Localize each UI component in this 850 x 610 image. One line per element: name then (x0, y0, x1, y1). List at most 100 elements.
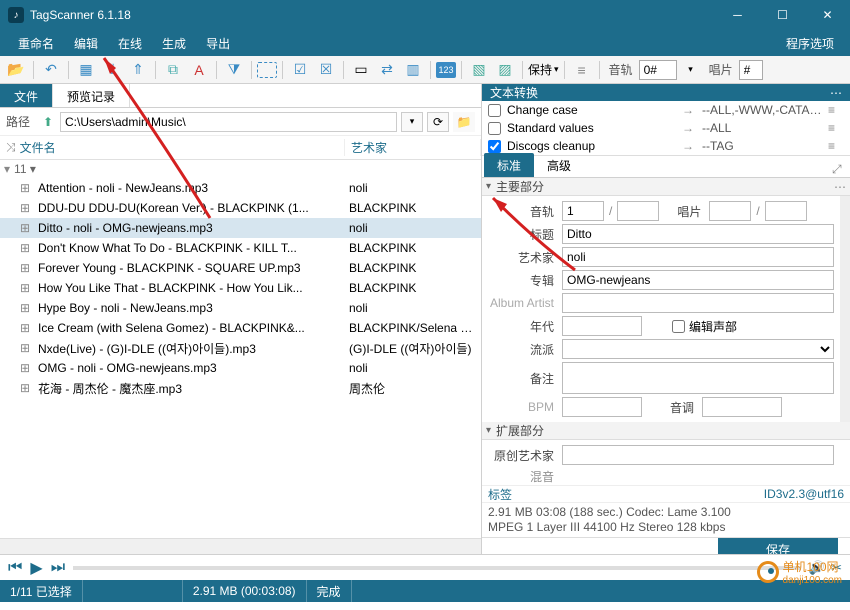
file-row[interactable]: ⊞Attention - noli - NewJeans.mp3noli (0, 178, 481, 198)
select-all-icon[interactable]: ☑ (288, 58, 312, 82)
file-name: Forever Young - BLACKPINK - SQUARE UP.mp… (38, 261, 301, 275)
maximize-button[interactable]: ☐ (760, 0, 805, 30)
file-row[interactable]: ⊞Nxde(Live) - (G)I-DLE ((여자)아이들).mp3(G)I… (0, 338, 481, 358)
album-input[interactable] (562, 270, 834, 290)
image2-icon[interactable]: ▨ (493, 58, 517, 82)
subtab-advanced[interactable]: 高级 (534, 153, 584, 177)
columns-icon[interactable]: ▥ (401, 58, 425, 82)
numbers-icon[interactable]: 123 (436, 62, 456, 78)
file-row[interactable]: ⊞Ice Cream (with Selena Gomez) - BLACKPI… (0, 318, 481, 338)
transform-row: Change case→--ALL,-WWW,-CATAL...≡ (482, 101, 850, 119)
bpm-input[interactable] (562, 397, 642, 417)
genre-select[interactable] (562, 339, 834, 359)
key-input[interactable] (702, 397, 782, 417)
transform-menu-icon[interactable]: ≡ (828, 121, 844, 135)
menu-online[interactable]: 在线 (108, 31, 152, 56)
browse-icon[interactable]: 📁 (453, 112, 475, 132)
seek-bar[interactable] (73, 566, 801, 570)
file-row[interactable]: ⊞OMG - noli - OMG-newjeans.mp3noli (0, 358, 481, 378)
disc-field[interactable] (739, 60, 763, 80)
folder-header[interactable]: ▾ 11 ▾ (0, 160, 481, 178)
disc-total-input[interactable] (765, 201, 807, 221)
transform-menu-icon[interactable]: ≡ (828, 103, 844, 117)
sort-down-icon[interactable]: ⇓ (100, 58, 124, 82)
title-input[interactable] (562, 224, 834, 244)
tab-file[interactable]: 文件 (0, 84, 53, 107)
menu-edit[interactable]: 编辑 (64, 31, 108, 56)
section-extended-header[interactable]: ▾ 扩展部分 (482, 422, 850, 440)
track-dropdown-icon[interactable]: ▾ (679, 58, 703, 82)
menu-rename[interactable]: 重命名 (8, 31, 64, 56)
path-label: 路径 (6, 113, 36, 130)
track-total-input[interactable] (617, 201, 659, 221)
vertical-scrollbar[interactable] (840, 196, 850, 422)
selection-icon[interactable] (257, 62, 277, 78)
play-icon[interactable]: ▶ (30, 558, 42, 578)
file-row[interactable]: ⊞How You Like That - BLACKPINK - How You… (0, 278, 481, 298)
file-row[interactable]: ⊞Don't Know What To Do - BLACKPINK - KIL… (0, 238, 481, 258)
file-row[interactable]: ⊞花海 - 周杰伦 - 魔杰座.mp3周杰伦 (0, 378, 481, 398)
swap-icon[interactable]: ⇄ (375, 58, 399, 82)
list-icon[interactable]: ≡ (570, 58, 594, 82)
albumartist-input[interactable] (562, 293, 834, 313)
parent-folder-icon[interactable]: ⬆ (40, 114, 56, 130)
track-label: 音轨 (482, 203, 562, 220)
image-icon[interactable]: ▧ (467, 58, 491, 82)
track-input[interactable] (562, 201, 604, 221)
font-icon[interactable]: A (187, 58, 211, 82)
file-row[interactable]: ⊞Forever Young - BLACKPINK - SQUARE UP.m… (0, 258, 481, 278)
transform-label: Change case (507, 103, 676, 117)
transform-checkbox[interactable] (488, 104, 501, 117)
section-main-header[interactable]: ▾ 主要部分 ⋯ (482, 178, 850, 196)
close-button[interactable]: ✕ (805, 0, 850, 30)
subtab-standard[interactable]: 标准 (484, 153, 534, 177)
edit-voice-checkbox[interactable] (672, 320, 685, 333)
more-icon[interactable]: ⋯ (830, 86, 842, 100)
menu-export[interactable]: 导出 (196, 31, 240, 56)
copy-icon[interactable]: ⧉ (161, 58, 185, 82)
refresh-icon[interactable]: ⟳ (427, 112, 449, 132)
track-field[interactable] (639, 60, 677, 80)
file-expand-icon: ⊞ (20, 361, 32, 375)
filter-icon[interactable]: ⧩ (222, 58, 246, 82)
transform-menu-icon[interactable]: ≡ (828, 139, 844, 153)
horizontal-scrollbar[interactable] (0, 538, 481, 554)
field-icon[interactable]: ▭ (349, 58, 373, 82)
grid-icon[interactable]: ▦ (74, 58, 98, 82)
file-name: Hype Boy - noli - NewJeans.mp3 (38, 301, 213, 315)
expand-icon[interactable]: ⤢ (832, 162, 850, 177)
column-artist[interactable]: 艺术家 (345, 139, 481, 156)
tab-preview[interactable]: 预览记录 (53, 84, 130, 107)
disc-input[interactable] (709, 201, 751, 221)
open-folder-icon[interactable]: 📂 (4, 58, 28, 82)
column-filename[interactable]: ⤨ 文件名 (0, 139, 345, 156)
file-artist: BLACKPINK (345, 241, 481, 255)
undo-icon[interactable]: ↶ (39, 58, 63, 82)
deselect-icon[interactable]: ☒ (314, 58, 338, 82)
file-row[interactable]: ⊞Hype Boy - noli - NewJeans.mp3noli (0, 298, 481, 318)
codec-info: 2.91 MB 03:08 (188 sec.) Codec: Lame 3.1… (482, 503, 850, 538)
keep-dropdown[interactable]: 保持 ▾ (528, 61, 559, 78)
artist-input[interactable] (562, 247, 834, 267)
transform-value: --TAG (702, 139, 822, 153)
save-button[interactable]: 保存 (718, 538, 838, 554)
transform-checkbox[interactable] (488, 140, 501, 153)
menu-program-options[interactable]: 程序选项 (778, 31, 842, 56)
next-icon[interactable]: ⏭ (51, 559, 65, 577)
section-more-icon[interactable]: ⋯ (834, 180, 846, 194)
year-label: 年代 (482, 318, 562, 335)
prev-icon[interactable]: ⏮ (8, 559, 22, 577)
path-dropdown-icon[interactable]: ▾ (401, 112, 423, 132)
file-artist: noli (345, 301, 481, 315)
minimize-button[interactable]: ─ (715, 0, 760, 30)
file-row[interactable]: ⊞Ditto - noli - OMG-newjeans.mp3noli (0, 218, 481, 238)
year-input[interactable] (562, 316, 642, 336)
comment-input[interactable] (562, 362, 834, 394)
origartist-input[interactable] (562, 445, 834, 465)
sort-up-icon[interactable]: ⇑ (126, 58, 150, 82)
file-row[interactable]: ⊞DDU-DU DDU-DU(Korean Ver.) - BLACKPINK … (0, 198, 481, 218)
mix-label: 混音 (482, 468, 562, 485)
path-input[interactable] (60, 112, 397, 132)
menu-generate[interactable]: 生成 (152, 31, 196, 56)
transform-checkbox[interactable] (488, 122, 501, 135)
